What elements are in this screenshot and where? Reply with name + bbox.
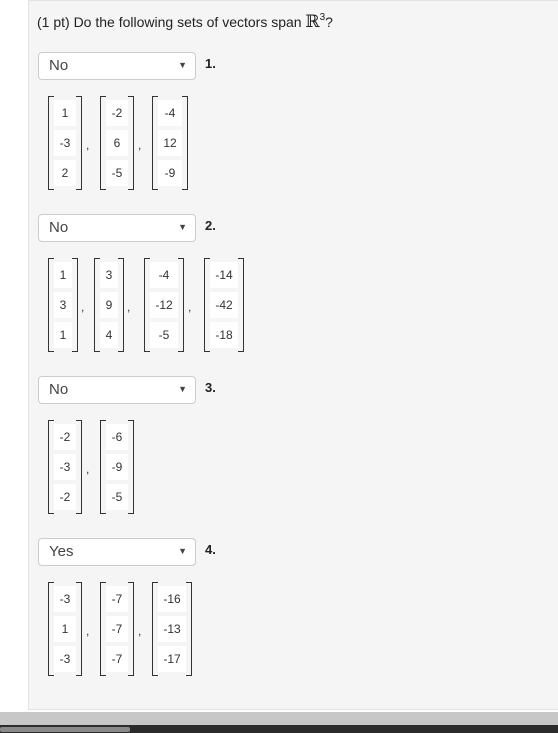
item-number: 1. (205, 56, 216, 71)
vector-entry: 3 (100, 262, 118, 288)
separator-comma: , (188, 300, 192, 314)
vector-entry: -9 (158, 160, 182, 186)
scrollbar-thumb[interactable] (0, 727, 130, 732)
vector-entry: 1 (54, 262, 72, 288)
vector-entry: -5 (106, 484, 128, 510)
chevron-down-icon: ▼ (178, 384, 187, 394)
vector-entry: -7 (106, 586, 128, 612)
vector: 3 9 4 (94, 258, 124, 352)
space-dimension: 3 (319, 12, 326, 23)
vector-entry: 2 (54, 160, 76, 186)
vector: -4 -12 -5 (144, 258, 184, 352)
item-number: 2. (205, 218, 216, 233)
vector-entry: -5 (106, 160, 128, 186)
horizontal-scrollbar-track[interactable] (0, 712, 558, 725)
vector-entry: 6 (106, 130, 128, 156)
separator-comma: , (86, 624, 90, 638)
vector-entry: -18 (210, 322, 238, 348)
vector-entry: 9 (100, 292, 118, 318)
vector-entry: -9 (106, 454, 128, 480)
selected-value: No (49, 57, 69, 74)
separator-comma: , (86, 462, 90, 476)
item-number: 3. (205, 380, 216, 395)
answer-select-3[interactable]: No ▼ (38, 376, 196, 404)
selected-value: No (49, 381, 69, 398)
vector-entry: -2 (106, 100, 128, 126)
selected-value: No (49, 219, 69, 236)
answer-select-1[interactable]: No ▼ (38, 52, 196, 80)
vector-entry: 3 (54, 292, 72, 318)
vector-entry: -2 (54, 484, 76, 510)
chevron-down-icon: ▼ (178, 222, 187, 232)
question-text: (1 pt) Do the following sets of vectors … (37, 12, 333, 32)
real-space-symbol: ℝ (305, 12, 320, 32)
vector-entry: -3 (54, 646, 76, 672)
vector-entry: -3 (54, 454, 76, 480)
vector-entry: -17 (158, 646, 186, 672)
vector: -3 1 -3 (48, 582, 82, 676)
vector-entry: 12 (158, 130, 182, 156)
chevron-down-icon: ▼ (178, 546, 187, 556)
vector-entry: -7 (106, 616, 128, 642)
vector-entry: -12 (150, 292, 178, 318)
separator-comma: , (86, 138, 90, 152)
separator-comma: , (138, 138, 142, 152)
vector: -7 -7 -7 (100, 582, 134, 676)
vector-entry: -4 (158, 100, 182, 126)
vector-entry: 4 (100, 322, 118, 348)
item-number: 4. (205, 542, 216, 557)
vector: 1 3 1 (48, 258, 78, 352)
vector-entry: -5 (150, 322, 178, 348)
vector-entry: 1 (54, 100, 76, 126)
vector-entry: 1 (54, 322, 72, 348)
separator-comma: , (127, 300, 131, 314)
vector: -16 -13 -17 (152, 582, 192, 676)
vector-entry: -3 (54, 130, 76, 156)
selected-value: Yes (49, 543, 74, 560)
vector-entry: -7 (106, 646, 128, 672)
vector: -6 -9 -5 (100, 420, 134, 514)
vector: -4 12 -9 (152, 96, 188, 190)
separator-comma: , (138, 624, 142, 638)
vector-entry: -2 (54, 424, 76, 450)
vector-entry: 1 (54, 616, 76, 642)
vector-entry: -14 (210, 262, 238, 288)
vector: -2 6 -5 (100, 96, 134, 190)
vector-entry: -3 (54, 586, 76, 612)
vector-entry: -42 (210, 292, 238, 318)
vector-entry: -4 (150, 262, 178, 288)
answer-select-4[interactable]: Yes ▼ (38, 538, 196, 566)
answer-select-2[interactable]: No ▼ (38, 214, 196, 242)
vector: 1 -3 2 (48, 96, 82, 190)
vector: -2 -3 -2 (48, 420, 82, 514)
separator-comma: , (81, 300, 85, 314)
vector-entry: -13 (158, 616, 186, 642)
vector-entry: -6 (106, 424, 128, 450)
chevron-down-icon: ▼ (178, 60, 187, 70)
vector-entry: -16 (158, 586, 186, 612)
vector: -14 -42 -18 (204, 258, 244, 352)
